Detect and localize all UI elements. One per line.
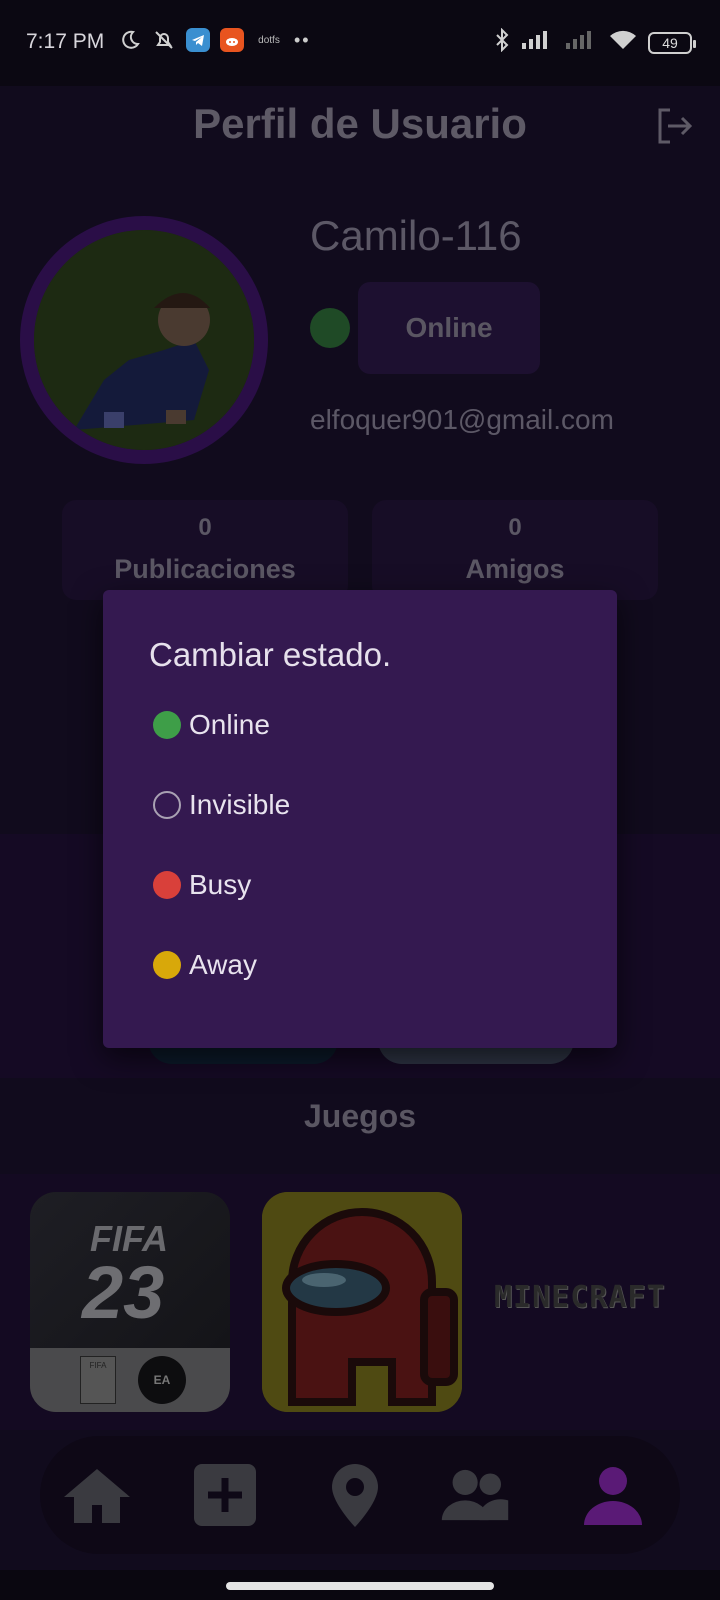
notification-icons: dotfs •• [118, 28, 311, 52]
change-status-dialog: Cambiar estado. Online Invisible Busy Aw… [103, 590, 617, 1048]
bell-off-icon [152, 28, 176, 52]
username: Camilo-116 [310, 212, 522, 259]
nav-add-icon[interactable] [190, 1462, 260, 1528]
nav-friends-icon[interactable] [440, 1462, 510, 1528]
status-indicator [310, 308, 350, 348]
ea-sports-logo: EA [138, 1356, 186, 1404]
status-option-busy[interactable]: Busy [153, 860, 251, 910]
game-minecraft[interactable]: MINECRAFT [494, 1280, 666, 1315]
status-option-away[interactable]: Away [153, 940, 257, 990]
bluetooth-icon [494, 27, 510, 57]
system-icons: 49 [494, 27, 696, 57]
status-bar: 7:17 PM dotfs •• 49 [0, 0, 720, 86]
more-notifications-icon: •• [294, 29, 311, 50]
away-dot-icon [153, 951, 181, 979]
telegram-icon [186, 28, 210, 52]
status-option-label: Busy [189, 869, 252, 900]
moon-icon [118, 28, 142, 52]
stat-posts-value: 0 [198, 514, 212, 541]
status-option-label: Online [189, 709, 270, 740]
game-fifa[interactable]: FIFA 23 FIFA EA [30, 1192, 230, 1412]
invisible-dot-icon [153, 791, 181, 819]
fifa-number: 23 [82, 1251, 165, 1334]
dotfs-icon: dotfs [258, 34, 280, 46]
stat-friends-label: Amigos [465, 554, 565, 584]
stat-friends[interactable]: 0 Amigos [372, 500, 658, 600]
avatar[interactable] [20, 216, 268, 464]
game-among-us[interactable] [262, 1192, 462, 1412]
stat-posts-label: Publicaciones [114, 554, 296, 584]
signal-2-icon [564, 29, 598, 56]
email: elfoquer901@gmail.com [310, 404, 614, 435]
avatar-photo [34, 230, 254, 450]
nav-profile-icon[interactable] [578, 1462, 648, 1528]
page-title: Perfil de Usuario [193, 100, 527, 147]
status-option-label: Away [189, 949, 257, 980]
stat-friends-value: 0 [508, 514, 522, 541]
stat-posts[interactable]: 0 Publicaciones [62, 500, 348, 600]
fifa-footer [30, 1348, 230, 1412]
reddit-icon [220, 28, 244, 52]
games-list: FIFA 23 FIFA EA MINECRAFT [0, 1174, 720, 1430]
nav-home-icon[interactable] [62, 1462, 132, 1528]
status-button[interactable]: Online [358, 282, 540, 374]
clock: 7:17 PM [26, 30, 105, 53]
dialog-title: Cambiar estado. [149, 636, 392, 673]
nav-location-icon[interactable] [320, 1462, 390, 1528]
busy-dot-icon [153, 871, 181, 899]
wifi-icon [608, 29, 638, 56]
gesture-bar[interactable] [226, 1582, 494, 1590]
signal-icon [520, 29, 554, 56]
battery-icon: 49 [648, 31, 696, 54]
games-heading: Juegos [303, 1098, 417, 1134]
fifa-license-badge: FIFA [80, 1356, 116, 1404]
status-option-online[interactable]: Online [153, 700, 270, 750]
logout-icon[interactable] [654, 106, 694, 146]
status-option-invisible[interactable]: Invisible [153, 780, 290, 830]
online-dot-icon [153, 711, 181, 739]
bottom-nav [40, 1436, 680, 1554]
status-option-label: Invisible [189, 789, 291, 820]
